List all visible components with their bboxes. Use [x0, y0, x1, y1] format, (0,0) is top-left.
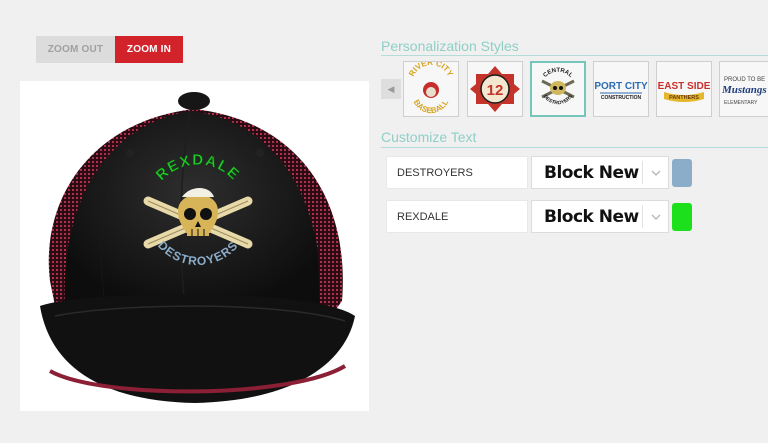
style-thumb-east-side-panthers[interactable]: EAST SIDE PANTHERS — [656, 61, 712, 117]
style-thumb-text: EAST SIDE — [658, 81, 711, 92]
font-select-value: Block New — [544, 162, 639, 183]
style-thumb-text: CENTRAL — [543, 68, 574, 79]
svg-text:CENTRAL: CENTRAL — [543, 68, 574, 79]
section-divider — [381, 55, 768, 56]
svg-text:BASEBALL: BASEBALL — [412, 98, 451, 115]
color-swatch-line-2[interactable] — [672, 203, 692, 231]
zoom-out-button[interactable]: ZOOM OUT — [36, 36, 115, 63]
select-divider — [642, 205, 643, 228]
select-divider — [642, 161, 643, 184]
text-input-line-1[interactable]: DESTROYERS — [386, 156, 528, 189]
svg-text:RIVER CITY: RIVER CITY — [407, 62, 455, 78]
style-thumb-mustangs-elementary[interactable]: PROUD TO BE Mustangs ELEMENTARY — [719, 61, 768, 117]
color-swatch-line-1[interactable] — [672, 159, 692, 187]
style-thumb-fire-12[interactable]: 12 — [467, 61, 523, 117]
style-thumb-river-city-baseball[interactable]: RIVER CITY BASEBALL — [403, 61, 459, 117]
font-select-line-1[interactable]: Block New — [531, 156, 669, 189]
personalization-styles-title: Personalization Styles — [381, 38, 519, 54]
font-select-line-2[interactable]: Block New — [531, 200, 669, 233]
hat-preview: REXDALE DESTROYERS — [20, 81, 369, 411]
svg-text:DESTROYERS: DESTROYERS — [542, 93, 575, 106]
style-thumb-text: PANTHERS — [669, 95, 699, 101]
hat-image: REXDALE DESTROYERS — [40, 92, 355, 403]
section-divider — [381, 147, 768, 148]
font-select-value: Block New — [544, 206, 639, 227]
style-thumb-text: CONSTRUCTION — [601, 95, 642, 101]
style-thumb-text: PROUD TO BE — [724, 77, 765, 83]
style-thumb-text: RIVER CITY — [407, 62, 455, 78]
style-thumb-text: Mustangs — [721, 84, 767, 96]
zoom-in-button[interactable]: ZOOM IN — [115, 36, 183, 63]
style-thumb-central-destroyers[interactable]: CENTRAL DESTROYERS — [530, 61, 586, 117]
style-thumb-text: DESTROYERS — [542, 93, 575, 106]
scroll-left-button[interactable]: ◀ — [381, 79, 401, 99]
style-thumb-text: ELEMENTARY — [724, 100, 758, 106]
style-thumb-port-city-construction[interactable]: PORT CITY CONSTRUCTION — [593, 61, 649, 117]
chevron-down-icon — [651, 170, 661, 176]
style-thumb-text: 12 — [487, 82, 504, 99]
chevron-down-icon — [651, 214, 661, 220]
style-thumb-text: BASEBALL — [412, 98, 451, 115]
style-thumb-text: PORT CITY — [594, 81, 648, 92]
text-input-line-2[interactable]: REXDALE — [386, 200, 528, 233]
chevron-left-icon: ◀ — [387, 83, 395, 94]
customize-text-title: Customize Text — [381, 129, 477, 145]
